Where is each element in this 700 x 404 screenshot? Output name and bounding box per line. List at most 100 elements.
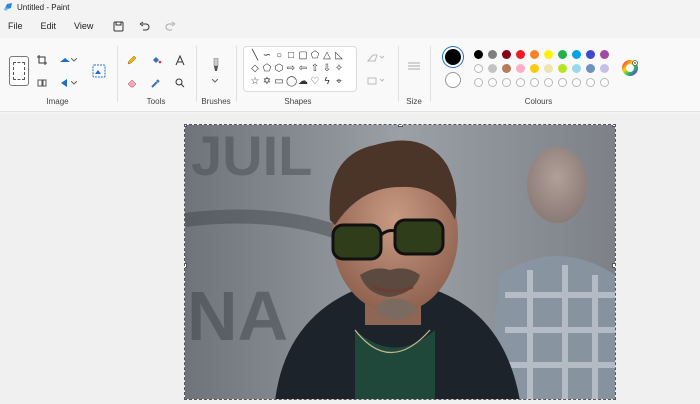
color-picker-icon[interactable] xyxy=(148,75,164,91)
custom-colour-slot[interactable] xyxy=(474,78,483,87)
save-icon[interactable] xyxy=(111,19,125,33)
svg-text:NA: NA xyxy=(187,277,288,355)
magnifier-icon[interactable] xyxy=(172,75,188,91)
star-four-shape-icon[interactable]: ✧ xyxy=(334,64,344,74)
brushes-group-label: Brushes xyxy=(201,97,231,106)
arrow-right-shape-icon[interactable]: ⇨ xyxy=(286,64,296,74)
diamond-shape-icon[interactable]: ◇ xyxy=(250,64,260,74)
image-group-label: Image xyxy=(46,97,69,106)
palette-colour-swatch[interactable] xyxy=(516,64,525,73)
primary-color-swatch[interactable] xyxy=(445,49,461,65)
right-triangle-shape-icon[interactable]: ◺ xyxy=(334,51,344,61)
palette-colour-swatch[interactable] xyxy=(600,64,609,73)
custom-colour-slot[interactable] xyxy=(600,78,609,87)
eraser-icon[interactable] xyxy=(124,75,140,91)
brush-icon[interactable] xyxy=(208,56,224,76)
resize-icon[interactable] xyxy=(34,75,50,91)
palette-colour-swatch[interactable] xyxy=(502,64,511,73)
palette-colour-swatch[interactable] xyxy=(544,64,553,73)
portrait-photo: JUIL NA xyxy=(185,125,615,399)
palette-colour-swatch[interactable] xyxy=(488,50,497,59)
palette-colour-swatch[interactable] xyxy=(488,64,497,73)
palette-colour-swatch[interactable] xyxy=(516,50,525,59)
heart-shape-icon[interactable]: ♡ xyxy=(310,77,320,87)
undo-icon[interactable] xyxy=(137,19,151,33)
palette-colour-swatch[interactable] xyxy=(474,50,483,59)
palette-colour-swatch[interactable] xyxy=(530,64,539,73)
palette-colour-swatch[interactable] xyxy=(474,64,483,73)
rounded-rectangle-shape-icon[interactable]: ▢ xyxy=(298,51,308,61)
shape-fill-icon[interactable] xyxy=(366,73,386,89)
custom-colour-slot[interactable] xyxy=(516,78,525,87)
pin-shape-icon[interactable]: ⌖ xyxy=(334,77,344,87)
chevron-down-icon[interactable] xyxy=(70,52,78,68)
size-group-label: Size xyxy=(406,97,422,106)
paint-app-icon xyxy=(4,3,12,11)
palette-colour-swatch[interactable] xyxy=(572,64,581,73)
palette-colour-swatch[interactable] xyxy=(586,64,595,73)
select-button[interactable] xyxy=(9,56,29,86)
text-icon[interactable] xyxy=(172,52,188,68)
palette-colour-swatch[interactable] xyxy=(600,50,609,59)
window-title: Untitled - Paint xyxy=(17,2,70,12)
resize-handle[interactable] xyxy=(612,263,615,268)
size-icon[interactable] xyxy=(406,58,422,74)
lightning-shape-icon[interactable]: ϟ xyxy=(322,77,332,87)
star-six-shape-icon[interactable]: ✡ xyxy=(262,77,272,87)
line-shape-icon[interactable]: ╲ xyxy=(250,51,260,61)
paint-window: Untitled - Paint File Edit View Image To… xyxy=(0,0,700,404)
palette-colour-swatch[interactable] xyxy=(586,50,595,59)
resize-handle[interactable] xyxy=(185,125,187,127)
pencil-icon[interactable] xyxy=(124,52,140,68)
palette-colour-swatch[interactable] xyxy=(530,50,539,59)
size-group: Size xyxy=(399,42,429,108)
menu-view[interactable]: View xyxy=(74,21,93,31)
custom-colour-slot[interactable] xyxy=(502,78,511,87)
resize-handle[interactable] xyxy=(612,125,615,127)
crop-icon[interactable] xyxy=(34,52,50,68)
menu-file[interactable]: File xyxy=(8,21,23,31)
custom-colour-slot[interactable] xyxy=(488,78,497,87)
menu-edit[interactable]: Edit xyxy=(41,21,57,31)
custom-colour-slot[interactable] xyxy=(586,78,595,87)
redo-icon[interactable] xyxy=(163,19,177,33)
hexagon-shape-icon[interactable]: ⬡ xyxy=(274,64,284,74)
image-group: Image xyxy=(0,42,115,108)
callout-oval-shape-icon[interactable]: ◯ xyxy=(286,77,297,87)
custom-colour-slot[interactable] xyxy=(544,78,553,87)
polygon-shape-icon[interactable]: ⬠ xyxy=(310,51,320,61)
custom-colour-slot[interactable] xyxy=(530,78,539,87)
resize-handle[interactable] xyxy=(185,263,187,268)
triangle-shape-icon[interactable]: △ xyxy=(322,51,332,61)
drawing-canvas[interactable]: JUIL NA xyxy=(184,124,616,400)
arrow-left-shape-icon[interactable]: ⇦ xyxy=(298,64,308,74)
select-icon xyxy=(13,62,25,80)
arrow-up-shape-icon[interactable]: ⇧ xyxy=(310,64,320,74)
secondary-color-swatch[interactable] xyxy=(445,72,461,88)
resize-handle[interactable] xyxy=(398,125,403,127)
canvas-workspace: JUIL NA xyxy=(0,113,700,404)
curve-shape-icon[interactable]: ∽ xyxy=(262,51,272,61)
oval-shape-icon[interactable]: ○ xyxy=(274,51,284,61)
title-bar: Untitled - Paint xyxy=(0,0,700,14)
shapes-group-label: Shapes xyxy=(284,97,312,106)
pentagon-shape-icon[interactable]: ⬠ xyxy=(262,64,272,74)
palette-colour-swatch[interactable] xyxy=(502,50,511,59)
palette-colour-swatch[interactable] xyxy=(558,64,567,73)
star-five-shape-icon[interactable]: ☆ xyxy=(250,77,260,87)
palette-colour-swatch[interactable] xyxy=(558,50,567,59)
arrow-down-shape-icon[interactable]: ⇩ xyxy=(322,64,332,74)
chevron-down-icon[interactable] xyxy=(70,75,78,91)
palette-colour-swatch[interactable] xyxy=(572,50,581,59)
custom-colour-slot[interactable] xyxy=(572,78,581,87)
custom-colour-slot[interactable] xyxy=(558,78,567,87)
callout-rect-shape-icon[interactable]: ▭ xyxy=(274,77,284,87)
edit-colours-icon[interactable] xyxy=(621,59,639,77)
shape-outline-icon[interactable] xyxy=(366,50,386,66)
image-properties-icon[interactable] xyxy=(90,62,108,80)
fill-icon[interactable] xyxy=(148,52,164,68)
rectangle-shape-icon[interactable]: □ xyxy=(286,51,296,61)
callout-cloud-shape-icon[interactable]: ☁ xyxy=(298,77,308,87)
chevron-down-icon[interactable] xyxy=(210,78,220,84)
palette-colour-swatch[interactable] xyxy=(544,50,553,59)
